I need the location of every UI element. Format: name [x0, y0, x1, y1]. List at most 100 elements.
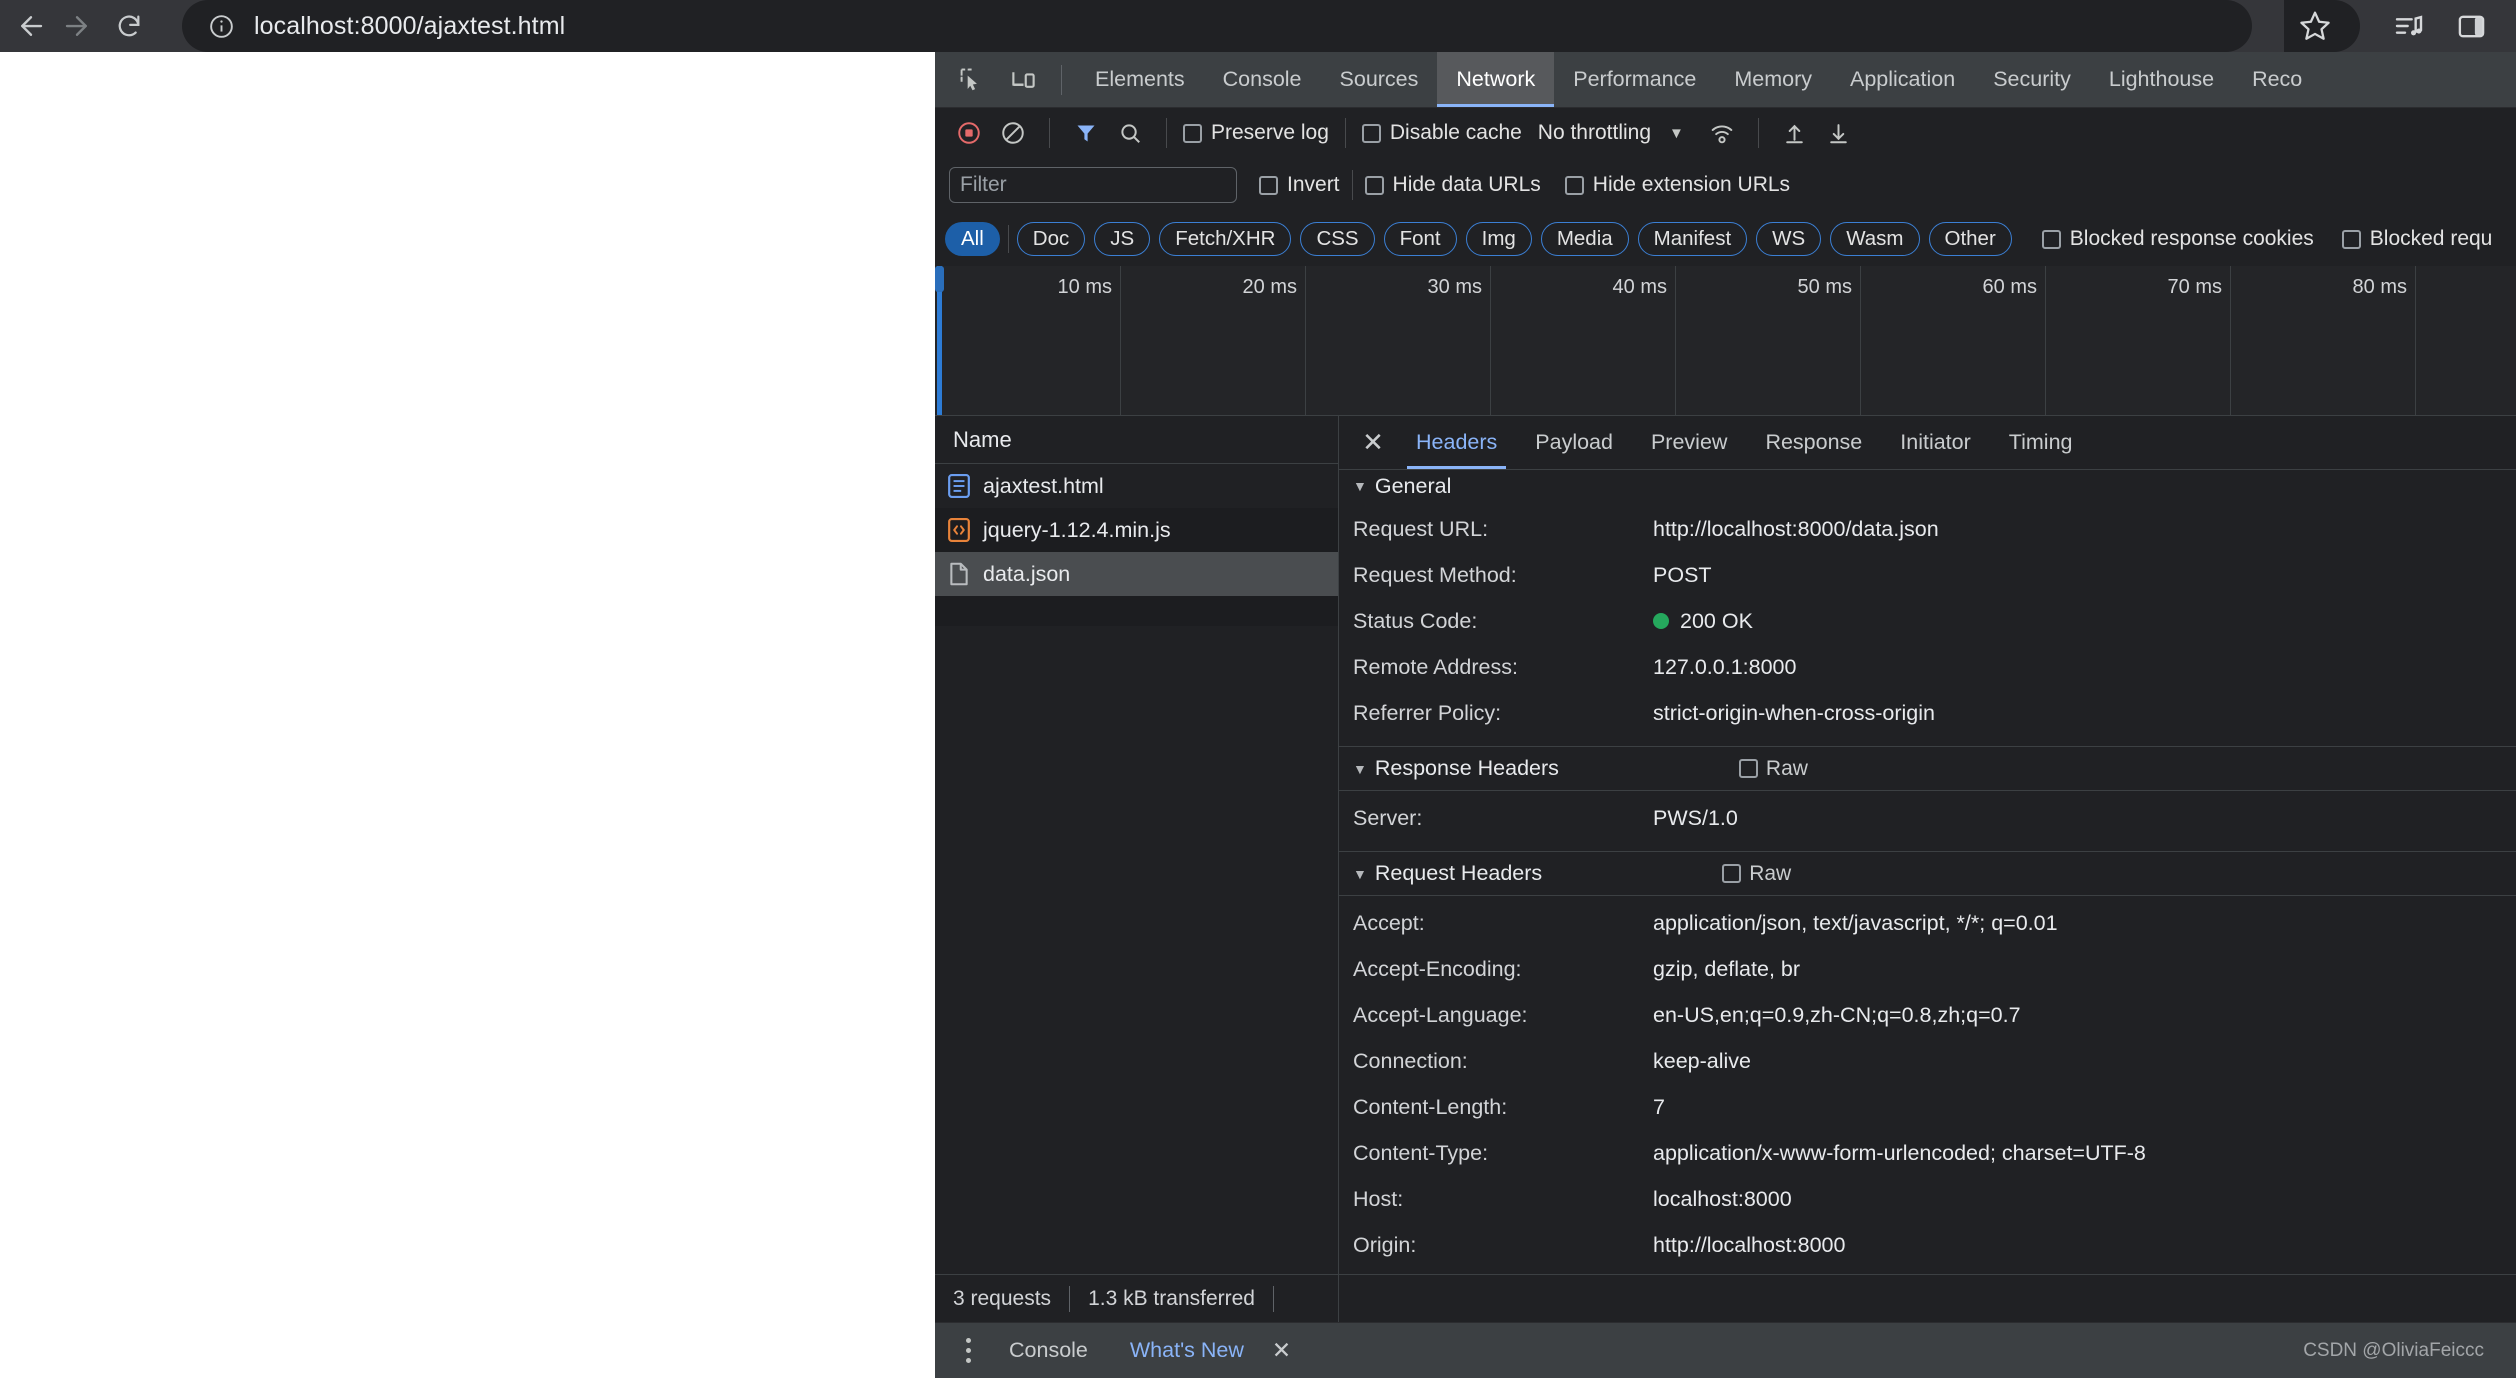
- section-header-response-headers[interactable]: ▼ Response Headers Raw: [1339, 747, 2516, 791]
- chevron-down-icon[interactable]: ▼: [1353, 761, 1367, 777]
- raw-toggle-response[interactable]: Raw: [1738, 757, 1808, 781]
- header-row: Accept-Language: en-US,en;q=0.9,zh-CN;q=…: [1339, 992, 2516, 1038]
- address-bar-url: localhost:8000/ajaxtest.html: [254, 11, 566, 40]
- drawer-tab-whats-new[interactable]: What's New: [1112, 1338, 1262, 1363]
- chevron-down-icon[interactable]: ▼: [1353, 478, 1367, 494]
- header-value: 7: [1653, 1095, 1665, 1119]
- section-title: Request Headers: [1374, 861, 1543, 885]
- header-row: Host: localhost:8000: [1339, 1176, 2516, 1222]
- reload-button[interactable]: [106, 3, 152, 49]
- device-toolbar-icon[interactable]: [1001, 58, 1045, 102]
- network-overview-timeline[interactable]: 10 ms 20 ms 30 ms 40 ms 50 ms 60 ms 70 m…: [935, 266, 2516, 416]
- inspect-element-icon[interactable]: [949, 58, 993, 102]
- chip-wasm[interactable]: Wasm: [1830, 222, 1920, 256]
- detail-tab-initiator[interactable]: Initiator: [1881, 416, 1990, 469]
- chip-fetch-xhr[interactable]: Fetch/XHR: [1159, 222, 1292, 256]
- table-row[interactable]: ajaxtest.html: [935, 464, 1338, 508]
- chip-other[interactable]: Other: [1928, 222, 2012, 256]
- search-magnifier-icon[interactable]: [1110, 113, 1150, 153]
- table-row[interactable]: data.json: [935, 552, 1338, 596]
- forward-button[interactable]: [54, 3, 100, 49]
- header-key: Content-Length:: [1353, 1095, 1508, 1119]
- tab-network[interactable]: Network: [1437, 52, 1555, 107]
- chip-all[interactable]: All: [945, 222, 1000, 256]
- invert-checkbox[interactable]: Invert: [1259, 173, 1340, 197]
- network-summary: 3 requests 1.3 kB transferred: [935, 1275, 1339, 1322]
- chip-js[interactable]: JS: [1094, 222, 1151, 256]
- more-vertical-icon[interactable]: [951, 1338, 985, 1363]
- timeline-tick-label: 60 ms: [1982, 276, 2037, 298]
- detail-tab-response[interactable]: Response: [1746, 416, 1881, 469]
- tab-recorder[interactable]: Reco: [2233, 52, 2321, 107]
- network-conditions-icon[interactable]: [1702, 113, 1742, 153]
- header-row: Connection: keep-alive: [1339, 1038, 2516, 1084]
- header-key: Referrer Policy:: [1353, 701, 1502, 725]
- close-detail-icon[interactable]: ✕: [1349, 416, 1397, 469]
- header-value: localhost:8000: [1653, 1187, 1792, 1211]
- blocked-response-cookies-checkbox[interactable]: Blocked response cookies: [2041, 227, 2314, 251]
- request-list[interactable]: ajaxtest.html jquery-1.12.4.min.js data.…: [935, 464, 1338, 1274]
- request-name: data.json: [983, 561, 1071, 586]
- detail-tab-timing[interactable]: Timing: [1990, 416, 2092, 469]
- tab-lighthouse[interactable]: Lighthouse: [2090, 52, 2233, 107]
- clear-no-entry-icon[interactable]: [993, 113, 1033, 153]
- detail-tab-preview[interactable]: Preview: [1632, 416, 1746, 469]
- request-headers-rows: Accept: application/json, text/javascrip…: [1339, 896, 2516, 1274]
- hide-data-urls-checkbox[interactable]: Hide data URLs: [1364, 173, 1541, 197]
- timeline-gridline: [2415, 266, 2416, 415]
- tab-console[interactable]: Console: [1204, 52, 1321, 107]
- back-button[interactable]: [8, 3, 54, 49]
- request-list-empty-row: [935, 596, 1338, 626]
- filter-funnel-icon[interactable]: [1066, 113, 1106, 153]
- raw-toggle-request[interactable]: Raw: [1722, 862, 1791, 886]
- header-value: 200 OK: [1653, 600, 1753, 642]
- preserve-log-label: Preserve log: [1211, 121, 1329, 144]
- info-circle-icon[interactable]: [204, 9, 238, 43]
- status-ok-dot: [1653, 613, 1669, 629]
- header-value: gzip, deflate, br: [1653, 957, 1801, 981]
- section-header-request-headers[interactable]: ▼ Request Headers Raw: [1339, 852, 2516, 896]
- tab-application[interactable]: Application: [1831, 52, 1974, 107]
- drawer-tab-console[interactable]: Console: [991, 1338, 1106, 1363]
- chip-manifest[interactable]: Manifest: [1637, 222, 1748, 256]
- tab-performance[interactable]: Performance: [1554, 52, 1715, 107]
- chevron-down-icon[interactable]: ▼: [1353, 866, 1367, 882]
- detail-tab-headers[interactable]: Headers: [1397, 416, 1516, 469]
- generic-file-icon: [947, 561, 971, 587]
- preserve-log-checkbox[interactable]: Preserve log: [1183, 121, 1329, 145]
- media-playlist-icon[interactable]: [2378, 0, 2440, 52]
- close-icon[interactable]: ✕: [1268, 1337, 1295, 1364]
- chip-css[interactable]: CSS: [1300, 222, 1375, 256]
- side-panel-icon[interactable]: [2440, 0, 2502, 52]
- tab-security[interactable]: Security: [1974, 52, 2090, 107]
- chip-media[interactable]: Media: [1540, 222, 1629, 256]
- star-icon[interactable]: [2284, 0, 2346, 52]
- export-har-icon[interactable]: [1819, 113, 1859, 153]
- blocked-requests-checkbox[interactable]: Blocked requ: [2341, 227, 2492, 251]
- throttling-select[interactable]: No throttling: [1538, 121, 1651, 145]
- filter-input[interactable]: Filter: [949, 167, 1237, 203]
- hide-extension-urls-checkbox[interactable]: Hide extension URLs: [1564, 173, 1790, 197]
- network-filter-bar: Filter Invert Hide data URLs Hide extens…: [935, 158, 2516, 212]
- header-key: Accept-Language:: [1353, 1003, 1528, 1027]
- table-row[interactable]: jquery-1.12.4.min.js: [935, 508, 1338, 552]
- chip-img[interactable]: Img: [1465, 222, 1532, 256]
- section-header-general[interactable]: ▼ General: [1339, 470, 2516, 502]
- chevron-down-icon[interactable]: ▼: [1669, 125, 1684, 142]
- tab-sources[interactable]: Sources: [1321, 52, 1438, 107]
- chip-ws[interactable]: WS: [1756, 222, 1822, 256]
- record-stop-icon[interactable]: [949, 113, 989, 153]
- request-list-header[interactable]: Name: [935, 416, 1338, 464]
- import-har-icon[interactable]: [1775, 113, 1815, 153]
- headers-content[interactable]: ▼ General Request URL: http://localhost:…: [1339, 470, 2516, 1274]
- tab-elements[interactable]: Elements: [1076, 52, 1204, 107]
- disable-cache-checkbox[interactable]: Disable cache: [1361, 121, 1522, 145]
- hide-data-urls-label: Hide data URLs: [1392, 173, 1541, 196]
- chip-doc[interactable]: Doc: [1016, 222, 1086, 256]
- address-bar[interactable]: localhost:8000/ajaxtest.html: [182, 0, 2252, 52]
- timeline-tick-label: 80 ms: [2352, 276, 2407, 298]
- timeline-start-handle[interactable]: [935, 266, 944, 292]
- tab-memory[interactable]: Memory: [1715, 52, 1831, 107]
- chip-font[interactable]: Font: [1383, 222, 1457, 256]
- detail-tab-payload[interactable]: Payload: [1516, 416, 1632, 469]
